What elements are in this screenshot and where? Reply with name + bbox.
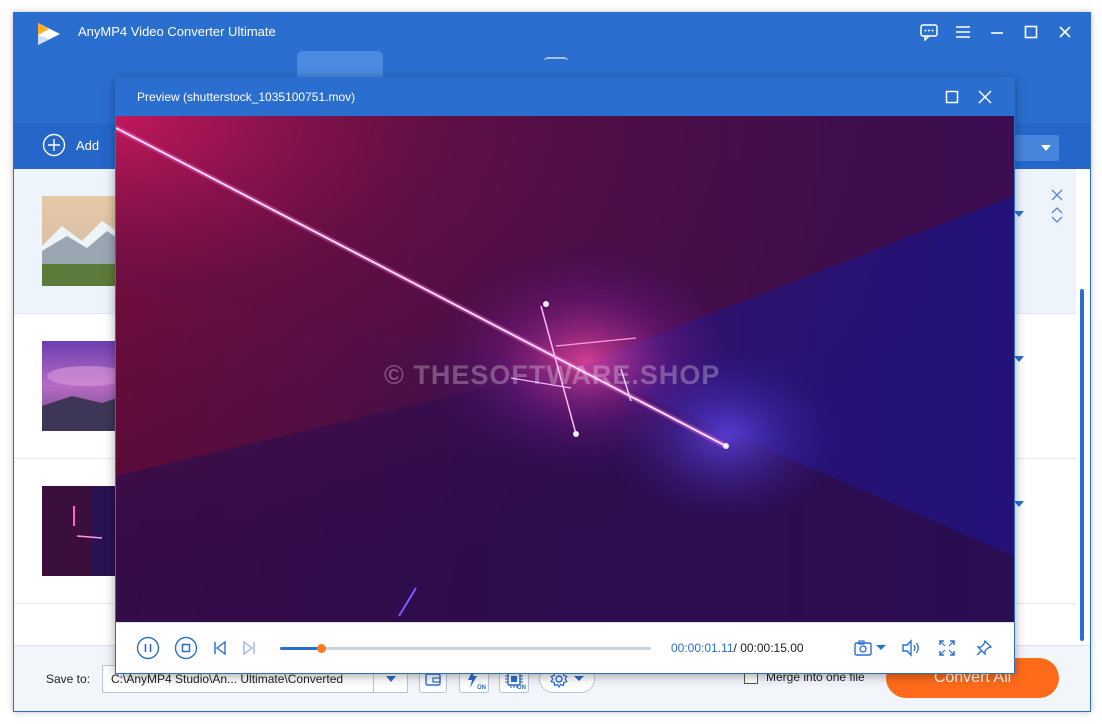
chevron-down-icon[interactable]	[1014, 501, 1024, 507]
chevron-down-icon	[574, 676, 584, 681]
progress-handle[interactable]	[316, 644, 326, 653]
chevron-down-icon[interactable]	[1014, 356, 1024, 362]
save-path-text: C:\AnyMP4 Studio\An... Ultimate\Converte…	[111, 672, 344, 686]
pause-icon	[136, 636, 160, 660]
next-frame-button[interactable]	[236, 635, 262, 661]
file-list-scrollbar[interactable]	[1080, 289, 1084, 641]
remove-file-icon[interactable]	[1051, 189, 1063, 201]
chevron-down-icon	[875, 645, 886, 650]
save-to-label: Save to:	[46, 672, 91, 686]
previous-frame-button[interactable]	[207, 635, 233, 661]
chevron-down-icon[interactable]	[1014, 211, 1024, 217]
preview-close-icon[interactable]	[974, 86, 996, 108]
stop-button[interactable]	[173, 635, 199, 661]
main-window: AnyMP4 Video Converter Ultimate Add Save…	[13, 12, 1091, 712]
anymp4-logo-icon	[38, 23, 60, 45]
watermark-text: © THESOFTWARE.SHOP	[384, 360, 721, 390]
player-controls: 00:00:01.11/ 00:00:15.00	[116, 622, 1014, 673]
camera-icon	[853, 640, 872, 656]
video-frame[interactable]: © THESOFTWARE.SHOP	[116, 116, 1014, 622]
move-down-icon[interactable]	[1051, 215, 1063, 225]
menu-icon[interactable]	[950, 19, 976, 45]
feedback-icon[interactable]	[916, 19, 942, 45]
volume-button[interactable]	[898, 635, 924, 661]
add-circle-icon	[42, 133, 66, 157]
preview-title-bar: Preview (shutterstock_1035100751.mov)	[116, 78, 1014, 116]
progress-fill	[280, 647, 321, 650]
stop-icon	[174, 636, 198, 660]
fullscreen-button[interactable]	[934, 635, 960, 661]
pin-icon	[976, 639, 993, 656]
chevron-down-icon	[386, 676, 396, 682]
skip-forward-icon	[243, 640, 255, 656]
total-time: 00:00:15.00	[736, 641, 804, 655]
app-title: AnyMP4 Video Converter Ultimate	[78, 24, 276, 39]
current-time: 00:00:01.11	[671, 641, 734, 655]
pause-button[interactable]	[135, 635, 161, 661]
hw-accel-badge: ON	[477, 685, 486, 691]
fullscreen-icon	[939, 640, 955, 656]
tab-indicator	[544, 57, 568, 65]
move-up-icon[interactable]	[1051, 205, 1063, 215]
gpu-badge: ON	[517, 685, 526, 691]
maximize-icon[interactable]	[1018, 19, 1044, 45]
add-files-button[interactable]: Add	[42, 133, 99, 157]
minimize-icon[interactable]	[984, 19, 1010, 45]
preview-dialog: Preview (shutterstock_1035100751.mov) © …	[115, 77, 1015, 674]
preview-title: Preview (shutterstock_1035100751.mov)	[137, 90, 356, 104]
time-display: 00:00:01.11/ 00:00:15.00	[671, 641, 804, 655]
snapshot-button[interactable]	[851, 635, 887, 661]
close-icon[interactable]	[1052, 19, 1078, 45]
skip-back-icon	[214, 640, 226, 656]
preview-maximize-icon[interactable]	[941, 86, 963, 108]
add-files-label: Add	[76, 137, 100, 153]
pin-button[interactable]	[971, 635, 997, 661]
chevron-down-icon	[1041, 145, 1051, 151]
volume-icon	[902, 639, 919, 657]
progress-bar[interactable]	[280, 644, 651, 653]
